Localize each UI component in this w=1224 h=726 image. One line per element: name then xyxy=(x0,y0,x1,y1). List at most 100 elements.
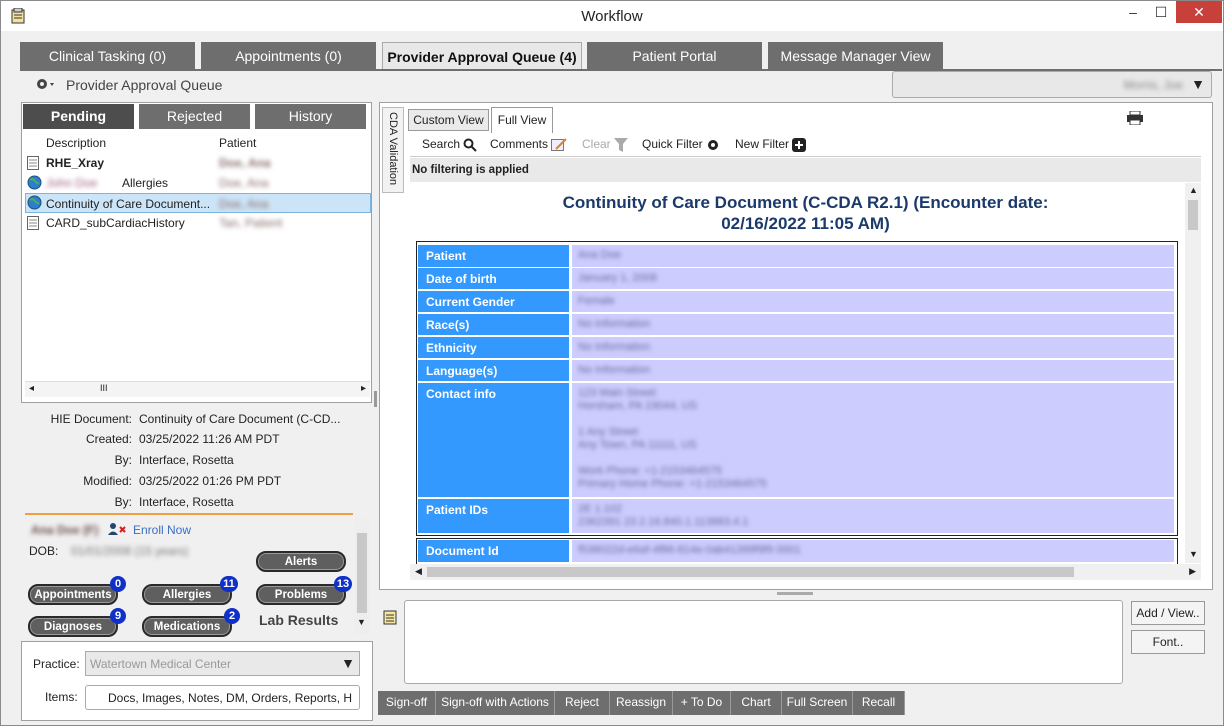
allergies-button[interactable]: Allergies xyxy=(142,584,232,605)
scroll-thumb[interactable] xyxy=(1188,200,1198,230)
practice-select[interactable]: Watertown Medical Center ▼ xyxy=(85,651,360,676)
add-to-do-button[interactable]: + To Do xyxy=(673,691,731,715)
items-value: Docs, Images, Notes, DM, Orders, Reports… xyxy=(108,691,353,705)
tab-provider-approval-queue[interactable]: Provider Approval Queue (4) xyxy=(382,42,582,70)
scroll-down-icon[interactable]: ▼ xyxy=(1189,549,1198,559)
created-label: Created: xyxy=(85,432,132,446)
tab-history[interactable]: History xyxy=(255,104,366,129)
add-view-button[interactable]: Add / View.. xyxy=(1131,601,1205,625)
appointments-button[interactable]: Appointments xyxy=(28,584,118,605)
list-item[interactable]: John Doe Allergies Doe, Ana xyxy=(25,173,371,193)
scroll-thumb[interactable] xyxy=(357,533,367,613)
comment-textarea[interactable] xyxy=(404,600,1123,684)
tab-message-manager-view[interactable]: Message Manager View xyxy=(768,42,943,70)
medications-count-badge: 2 xyxy=(224,608,240,624)
tab-custom-view[interactable]: Custom View xyxy=(408,109,489,131)
scroll-thumb-grip[interactable]: III xyxy=(100,383,108,393)
scroll-up-icon[interactable]: ▲ xyxy=(1189,185,1198,195)
chart-button[interactable]: Chart xyxy=(731,691,782,715)
row-description: RHE_Xray xyxy=(46,156,105,170)
list-item[interactable]: CARD_subCardiacHistory Tan, Patient xyxy=(25,213,371,233)
gear-menu-icon[interactable] xyxy=(34,76,56,92)
appointments-count-badge: 0 xyxy=(110,576,126,592)
document-icon xyxy=(27,216,39,230)
row-patient: Doe, Ana xyxy=(219,176,269,190)
reject-button[interactable]: Reject xyxy=(555,691,610,715)
maximize-button[interactable]: ☐ xyxy=(1146,1,1176,23)
items-label: Items: xyxy=(45,690,78,704)
recall-button[interactable]: Recall xyxy=(853,691,905,715)
hie-value: Continuity of Care Document (C-CD... xyxy=(139,412,341,426)
note-icon xyxy=(383,609,397,625)
comments-button[interactable]: Comments xyxy=(490,137,568,152)
reassign-button[interactable]: Reassign xyxy=(610,691,673,715)
viewer-vscrollbar[interactable]: ▲ ▼ xyxy=(1185,183,1201,563)
patient-card-divider xyxy=(25,513,353,515)
minimize-button[interactable]: – xyxy=(1118,1,1148,23)
row-patient: Tan, Patient xyxy=(219,216,283,230)
diagnoses-count-badge: 9 xyxy=(110,608,126,624)
cda-value: 2E 1.102 2362391 23 2.16.840.1.113883.4.… xyxy=(572,499,1174,533)
close-button[interactable]: ✕ xyxy=(1176,1,1222,23)
document-title-line2: 02/16/2022 11:05 AM) xyxy=(721,214,890,233)
column-description[interactable]: Description xyxy=(46,136,106,150)
column-patient[interactable]: Patient xyxy=(219,136,256,150)
tab-appointments[interactable]: Appointments (0) xyxy=(201,42,376,70)
list-item[interactable]: RHE_Xray Doe, Ana xyxy=(25,153,371,173)
sign-off-with-actions-button[interactable]: Sign-off with Actions xyxy=(436,691,555,715)
scroll-right-icon[interactable]: ▶ xyxy=(1189,566,1196,577)
tab-pending[interactable]: Pending xyxy=(23,104,134,129)
scroll-left-icon[interactable]: ◂ xyxy=(29,383,34,394)
viewer-hscrollbar[interactable]: ◀ ▶ xyxy=(410,564,1201,580)
quick-filter-label: Quick Filter xyxy=(642,137,703,151)
font-button[interactable]: Font.. xyxy=(1131,630,1205,654)
modified-value: 03/25/2022 01:26 PM PDT xyxy=(139,474,282,488)
cda-value: No Information xyxy=(572,337,1174,358)
alerts-button[interactable]: Alerts xyxy=(256,551,346,572)
dropdown-arrow-icon: ▼ xyxy=(341,655,355,671)
search-button[interactable]: Search xyxy=(422,137,478,152)
hie-label: HIE Document: xyxy=(50,412,132,426)
created-value: 03/25/2022 11:26 AM PDT xyxy=(139,432,280,446)
horizontal-splitter[interactable] xyxy=(777,592,813,595)
full-screen-button[interactable]: Full Screen xyxy=(782,691,853,715)
quick-filter-button[interactable]: Quick Filter xyxy=(642,137,720,152)
cda-validation-label: CDA Validation xyxy=(387,112,399,186)
cda-value: f538022d-e6af-4f86-814e-0ab41399f9f9 000… xyxy=(572,540,1174,562)
tab-full-view[interactable]: Full View xyxy=(491,107,553,133)
new-filter-button[interactable]: New Filter xyxy=(735,137,807,152)
search-icon xyxy=(463,138,478,152)
items-select[interactable]: Docs, Images, Notes, DM, Orders, Reports… xyxy=(85,685,360,710)
filter-status-bar: No filtering is applied xyxy=(410,158,1201,182)
tab-clinical-tasking[interactable]: Clinical Tasking (0) xyxy=(20,42,195,70)
cda-label: Current Gender xyxy=(418,291,569,312)
tab-patient-portal[interactable]: Patient Portal xyxy=(587,42,762,70)
scroll-right-icon[interactable]: ▸ xyxy=(361,383,366,394)
cda-validation-tab[interactable]: CDA Validation xyxy=(382,107,404,193)
print-icon[interactable] xyxy=(1127,111,1143,125)
row-description: Continuity of Care Document... xyxy=(46,197,211,211)
vertical-splitter[interactable] xyxy=(374,391,377,407)
lab-results-label[interactable]: Lab Results xyxy=(259,612,338,628)
diagnoses-button[interactable]: Diagnoses xyxy=(28,616,118,637)
user-select[interactable]: Morris, Joe ▼ xyxy=(892,71,1212,98)
modified-by-label: By: xyxy=(114,495,132,509)
funnel-icon xyxy=(614,137,629,152)
scroll-thumb[interactable] xyxy=(427,567,1074,577)
enroll-now-link[interactable]: Enroll Now xyxy=(133,523,191,537)
patient-card-scrollbar[interactable]: ▼ xyxy=(355,519,369,634)
sign-off-button[interactable]: Sign-off xyxy=(378,691,436,715)
title-bar: Workflow – ☐ ✕ xyxy=(1,1,1223,31)
clear-button[interactable]: Clear xyxy=(582,137,629,152)
new-filter-label: New Filter xyxy=(735,137,790,151)
globe-icon xyxy=(27,195,42,210)
scroll-down-icon[interactable]: ▼ xyxy=(357,617,366,627)
tab-rejected[interactable]: Rejected xyxy=(139,104,250,129)
problems-button[interactable]: Problems xyxy=(256,584,346,605)
list-item-selected[interactable]: Continuity of Care Document... Doe, Ana xyxy=(25,193,371,213)
scroll-left-icon[interactable]: ◀ xyxy=(415,566,422,577)
dropdown-arrow-icon: ▼ xyxy=(1191,76,1205,92)
remove-user-icon[interactable] xyxy=(107,522,127,536)
medications-button[interactable]: Medications xyxy=(142,616,232,637)
list-hscrollbar[interactable]: ◂ III ▸ xyxy=(25,381,370,397)
